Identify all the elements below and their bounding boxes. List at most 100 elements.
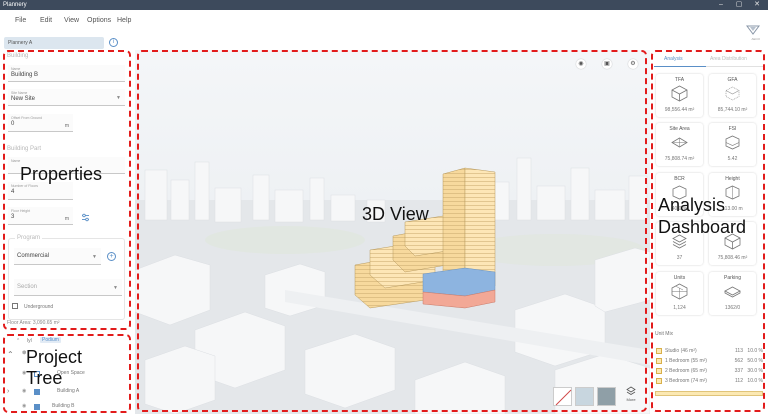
chevron-up-icon[interactable]: ⌃ bbox=[7, 350, 14, 359]
menu-file[interactable]: File bbox=[15, 17, 26, 24]
maximize-button[interactable]: ▢ bbox=[732, 0, 746, 10]
unit-mix-count: 337 bbox=[734, 368, 743, 374]
field-label: Section bbox=[17, 284, 38, 290]
more-label: More bbox=[626, 397, 636, 402]
basemap-satellite-thumbnail[interactable] bbox=[597, 387, 616, 406]
city-scene bbox=[135, 50, 650, 414]
tree-item-label: Building B bbox=[52, 403, 75, 409]
unit-mix-row: Studio (46 m²) 113 10.0 % bbox=[655, 347, 763, 356]
unit-label: m bbox=[64, 216, 69, 222]
cube-outline-icon bbox=[725, 86, 740, 101]
field-value: Commercial bbox=[17, 253, 50, 259]
analysis-dashboard-annotation-label: Analysis Dashboard bbox=[658, 195, 747, 237]
menu-edit[interactable]: Edit bbox=[40, 17, 52, 24]
chevron-up-icon[interactable]: ⌃ bbox=[16, 338, 20, 344]
floor-height-field[interactable]: Floor Height 3 m bbox=[8, 207, 73, 225]
metric-value: 75,808.74 m² bbox=[664, 156, 695, 162]
cube-icon bbox=[671, 85, 688, 102]
tree-checkbox[interactable] bbox=[34, 404, 40, 410]
unit-mix-row: 2 Bedroom (65 m²) 337 30.0 % bbox=[655, 367, 763, 376]
app-logo-icon bbox=[746, 25, 760, 35]
menu-options[interactable]: Options bbox=[87, 17, 111, 24]
metric-parking: Parking 1362/0 bbox=[709, 272, 756, 315]
tree-item-building-b[interactable]: ◉ Building B bbox=[7, 403, 127, 411]
unit-mix-swatch bbox=[656, 348, 662, 354]
unit-mix-swatch bbox=[656, 358, 662, 364]
basemap-streets-thumbnail[interactable] bbox=[575, 387, 594, 406]
sliders-icon[interactable] bbox=[81, 213, 90, 222]
unit-mix-swatch bbox=[656, 368, 662, 374]
project-tab-bar: Plannery A i bbox=[0, 36, 768, 50]
minimize-button[interactable]: – bbox=[714, 0, 728, 10]
offset-field[interactable]: Offset From Ground 0 m bbox=[8, 114, 73, 132]
add-program-button[interactable]: + bbox=[107, 252, 116, 261]
metric-label: TFA bbox=[674, 77, 685, 83]
project-tab[interactable]: Plannery A bbox=[4, 37, 104, 49]
settings-icon[interactable]: ⚙ bbox=[628, 59, 638, 69]
menu-view[interactable]: View bbox=[64, 17, 79, 24]
tab-analysis[interactable]: Analysis bbox=[664, 56, 683, 62]
unit-mix-name: 3 Bedroom (74 m²) bbox=[665, 378, 707, 384]
program-select[interactable]: Commercial ▼ bbox=[14, 248, 101, 265]
underground-checkbox[interactable] bbox=[12, 303, 18, 309]
info-icon[interactable]: i bbox=[109, 38, 118, 47]
field-value: New Site bbox=[11, 96, 36, 102]
field-label: Name bbox=[11, 67, 21, 71]
unit-mix-percent: 10.0 % bbox=[747, 348, 763, 354]
3d-viewport[interactable]: ◉ ▣ ⚙ More bbox=[135, 50, 650, 414]
tree-item-podium[interactable]: Podium bbox=[40, 337, 61, 343]
site-name-select[interactable]: Site Name New Site ▼ bbox=[8, 89, 125, 106]
tree-item-building-a[interactable]: › ◉ Building A bbox=[7, 388, 127, 396]
metric-value: 1,124 bbox=[673, 305, 686, 311]
metric-tfa: TFA 98,556.44 m² bbox=[656, 74, 703, 117]
close-button[interactable]: ✕ bbox=[750, 0, 764, 10]
field-value: 4 bbox=[11, 189, 15, 195]
unit-mix-swatch bbox=[656, 378, 662, 384]
screenshot-icon[interactable]: ▣ bbox=[602, 59, 612, 69]
layers-icon bbox=[626, 386, 636, 395]
chevron-down-icon: ▼ bbox=[113, 285, 118, 291]
metric-label: FSI bbox=[728, 126, 737, 132]
metric-label: Height bbox=[725, 176, 740, 182]
tab-divider bbox=[706, 66, 764, 67]
unit-mix-count: 112 bbox=[735, 378, 743, 384]
field-label: Offset From Ground bbox=[11, 116, 43, 120]
metric-label: GFA bbox=[727, 77, 738, 83]
properties-annotation-label: Properties bbox=[20, 164, 103, 184]
menu-help[interactable]: Help bbox=[117, 17, 131, 24]
metric-label: Parking bbox=[724, 275, 741, 281]
active-tab-indicator bbox=[654, 66, 706, 67]
unit-mix-name: 2 Bedroom (65 m²) bbox=[665, 368, 707, 374]
metric-value: 85,744.10 m² bbox=[717, 107, 748, 113]
section-select[interactable]: Section ▼ bbox=[14, 279, 122, 296]
app-title: Plannery bbox=[3, 2, 27, 8]
parking-icon bbox=[724, 286, 741, 298]
basemap-none-thumbnail[interactable] bbox=[553, 387, 572, 406]
chevron-down-icon: ▼ bbox=[92, 254, 97, 260]
eye-icon[interactable]: ◉ bbox=[22, 403, 26, 409]
unit-mix-percent: 30.0 % bbox=[747, 368, 763, 374]
unit-mix-count: 562 bbox=[734, 358, 743, 364]
more-button[interactable]: More bbox=[622, 386, 640, 408]
tree-header-label: lyl bbox=[27, 338, 32, 344]
site-area-icon bbox=[671, 137, 688, 148]
unit-mix-bar bbox=[655, 391, 763, 396]
metric-label: Units bbox=[673, 275, 686, 281]
project-tree-annotation-label: Project Tree bbox=[26, 347, 83, 388]
camera-icon[interactable]: ◉ bbox=[576, 59, 586, 69]
unit-label: m bbox=[64, 123, 69, 129]
unit-mix-percent: 10.0 % bbox=[747, 378, 763, 384]
floor-area-text: Floor Area: 3,090.65 m² bbox=[7, 320, 60, 326]
metric-value: 37 bbox=[676, 255, 683, 261]
tab-area-distribution[interactable]: Area Distribution bbox=[710, 56, 747, 62]
tree-checkbox[interactable] bbox=[34, 389, 40, 395]
field-label: Name bbox=[11, 159, 21, 163]
unit-mix-name: 1 Bedroom (55 m²) bbox=[665, 358, 707, 364]
metric-units: Units 1,124 bbox=[656, 272, 703, 315]
field-label: Site Name bbox=[11, 91, 28, 95]
metric-label: Site Area bbox=[669, 126, 690, 132]
metric-value: 5.42 bbox=[727, 156, 738, 162]
metric-fsi: FSI 5.42 bbox=[709, 123, 756, 166]
building-name-field[interactable]: Name Building B bbox=[8, 65, 125, 82]
chevron-right-icon[interactable]: › bbox=[7, 388, 9, 395]
